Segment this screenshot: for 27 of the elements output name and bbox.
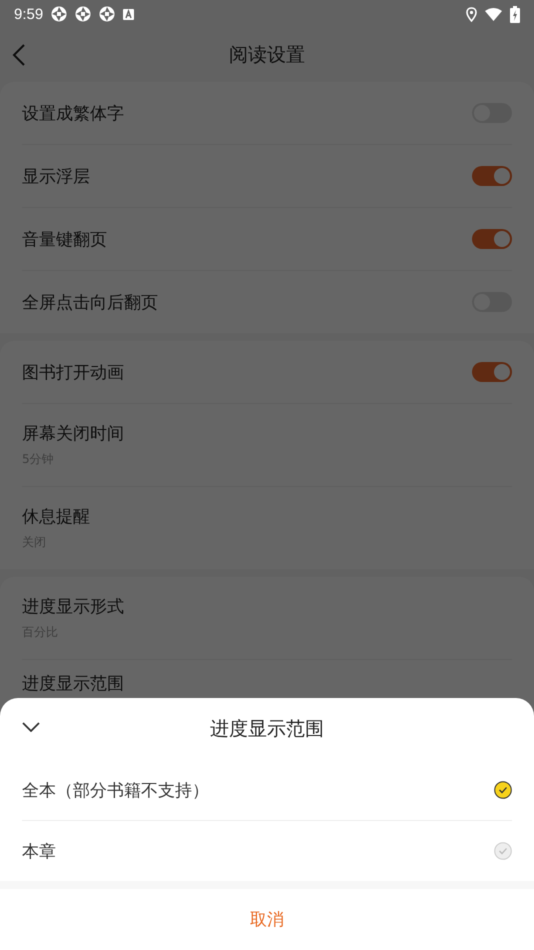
option-label[interactable]: 全本（部分书籍不支持）: [22, 778, 209, 802]
app-notification-icon: [51, 6, 68, 22]
notification-icon: [123, 8, 134, 20]
setting-label[interactable]: 进度显示形式: [22, 595, 124, 618]
page-title: 阅读设置: [229, 43, 305, 68]
location-icon: [466, 6, 477, 22]
setting-label: 全屏点击向后翻页: [22, 292, 158, 314]
app-notification-icon: [99, 6, 116, 22]
setting-label: 音量键翻页: [22, 228, 107, 250]
setting-label: 设置成繁体字: [22, 102, 124, 124]
back-icon[interactable]: [12, 43, 26, 67]
setting-label: 图书打开动画: [22, 362, 124, 384]
check-radio-icon[interactable]: [494, 781, 512, 799]
chevron-down-icon[interactable]: [22, 722, 40, 732]
toggle-switch[interactable]: [472, 166, 512, 186]
option-label[interactable]: 本章: [22, 840, 56, 862]
app-notification-icon: [75, 6, 92, 22]
battery-icon: [510, 6, 520, 22]
setting-label[interactable]: 屏幕关闭时间: [22, 422, 124, 445]
setting-label[interactable]: 进度显示范围: [22, 672, 124, 695]
toggle-switch[interactable]: [472, 362, 512, 382]
wifi-icon: [485, 8, 502, 20]
status-time: 9:59: [14, 6, 44, 22]
sheet-title: 进度显示范围: [210, 717, 324, 742]
setting-label[interactable]: 休息提醒: [22, 505, 90, 528]
setting-label: 显示浮层: [22, 166, 90, 188]
toggle-switch[interactable]: [472, 229, 512, 249]
